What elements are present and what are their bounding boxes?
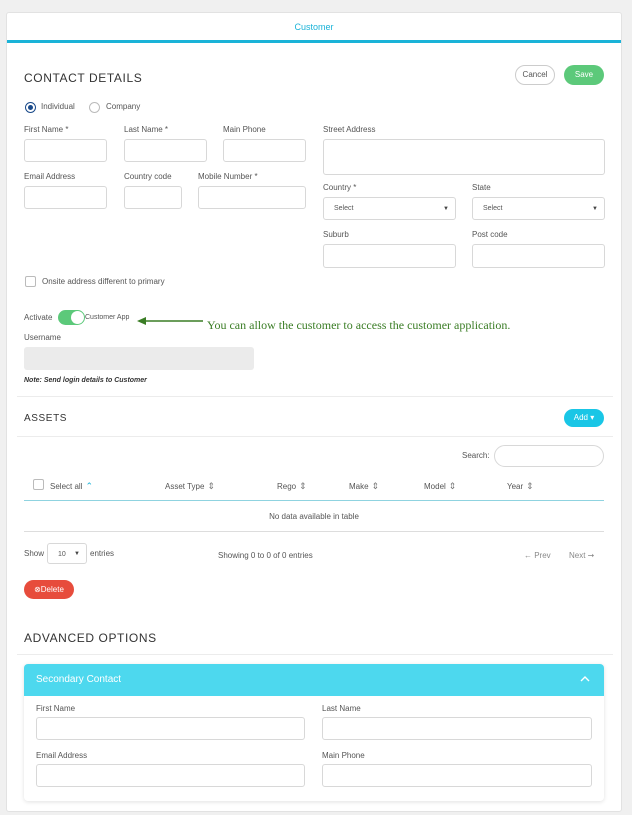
column-model[interactable]: Model ⇕ <box>424 481 456 492</box>
column-select-all-label: Select all <box>50 482 83 491</box>
arrow-left-icon <box>137 317 203 325</box>
column-year-label: Year <box>507 482 524 491</box>
customer-form-window: Customer CONTACT DETAILS Cancel Save Ind… <box>6 12 622 812</box>
close-circle-icon: ⊗ <box>34 585 41 594</box>
chevron-down-icon: ▼ <box>74 551 80 557</box>
next-button[interactable]: Next ➞ <box>569 551 594 560</box>
page-size-select[interactable]: 10 ▼ <box>47 543 87 564</box>
column-rego[interactable]: Rego ⇕ <box>277 481 307 492</box>
secondary-contact-title: Secondary Contact <box>36 674 122 685</box>
country-label: Country * <box>323 183 357 192</box>
state-select-value: Select <box>483 205 503 212</box>
entries-label: entries <box>90 549 115 558</box>
column-make-label: Make <box>349 482 369 491</box>
column-model-label: Model <box>424 482 446 491</box>
delete-button[interactable]: ⊗Delete <box>24 580 74 599</box>
assets-title: ASSETS <box>24 413 68 424</box>
search-label: Search: <box>462 451 490 460</box>
email-label: Email Address <box>24 172 76 181</box>
suburb-field[interactable] <box>323 244 456 268</box>
tab-active-indicator <box>7 40 621 43</box>
login-details-note: Note: Send login details to Customer <box>24 377 147 384</box>
tab-customer[interactable]: Customer <box>7 13 621 41</box>
section-divider <box>17 436 613 437</box>
column-year[interactable]: Year ⇕ <box>507 481 534 492</box>
annotation-text: You can allow the customer to access the… <box>207 318 511 332</box>
cancel-button[interactable]: Cancel <box>515 65 555 85</box>
column-rego-label: Rego <box>277 482 297 491</box>
first-name-field[interactable] <box>24 139 107 162</box>
sort-icon: ⇕ <box>207 481 215 491</box>
secondary-main-phone-field[interactable] <box>322 764 592 787</box>
chevron-down-icon: ▼ <box>443 206 449 212</box>
country-code-field[interactable] <box>124 186 182 209</box>
page-size-value: 10 <box>58 551 66 558</box>
customer-app-label: Customer App <box>85 314 130 321</box>
section-divider <box>17 396 613 397</box>
advanced-options-title: ADVANCED OPTIONS <box>24 631 157 645</box>
state-label: State <box>472 183 491 192</box>
mobile-field[interactable] <box>198 186 306 209</box>
radio-individual-label: Individual <box>41 102 75 111</box>
country-select-value: Select <box>334 205 354 212</box>
section-divider <box>17 654 613 655</box>
table-empty-message: No data available in table <box>269 512 359 521</box>
prev-button[interactable]: ← Prev <box>524 551 551 560</box>
username-label: Username <box>24 333 61 342</box>
onsite-address-label: Onsite address different to primary <box>42 277 165 286</box>
street-address-field[interactable] <box>323 139 605 175</box>
sort-icon: ⇕ <box>299 481 307 491</box>
onsite-address-checkbox[interactable] <box>25 276 36 287</box>
last-name-field[interactable] <box>124 139 207 162</box>
mobile-label: Mobile Number * <box>198 172 258 181</box>
street-address-label: Street Address <box>323 125 376 134</box>
activate-label: Activate <box>24 313 53 322</box>
sort-icon: ⇕ <box>526 481 534 491</box>
chevron-down-icon: ▼ <box>592 206 598 212</box>
table-info: Showing 0 to 0 of 0 entries <box>218 551 313 560</box>
chevron-up-icon[interactable] <box>580 674 590 684</box>
sort-asc-icon: ⌃ <box>85 481 94 491</box>
contact-details-title: CONTACT DETAILS <box>24 71 143 85</box>
sort-icon: ⇕ <box>448 481 457 491</box>
secondary-email-label: Email Address <box>36 751 88 760</box>
search-input[interactable] <box>494 445 604 467</box>
state-select[interactable]: Select ▼ <box>472 197 605 220</box>
table-bottom-divider <box>24 531 604 532</box>
first-name-label: First Name * <box>24 125 69 134</box>
delete-button-label: Delete <box>40 585 64 594</box>
suburb-label: Suburb <box>323 230 349 239</box>
secondary-first-name-field[interactable] <box>36 717 305 740</box>
radio-company[interactable] <box>89 102 100 113</box>
secondary-contact-header[interactable]: Secondary Contact <box>24 664 604 696</box>
table-header-divider <box>24 500 604 501</box>
select-all-checkbox[interactable] <box>33 479 44 490</box>
secondary-email-field[interactable] <box>36 764 305 787</box>
add-asset-button[interactable]: Add ▾ <box>564 409 604 427</box>
sort-icon: ⇕ <box>371 481 380 491</box>
username-field <box>24 347 254 370</box>
main-phone-field[interactable] <box>223 139 306 162</box>
country-code-label: Country code <box>124 172 172 181</box>
email-field[interactable] <box>24 186 107 209</box>
column-select-all[interactable]: Select all ⌃ <box>50 481 93 492</box>
show-label: Show <box>24 549 45 558</box>
postcode-field[interactable] <box>472 244 605 268</box>
secondary-first-name-label: First Name <box>36 704 76 713</box>
radio-company-label: Company <box>106 102 141 111</box>
column-asset-type[interactable]: Asset Type ⇕ <box>165 481 215 492</box>
last-name-label: Last Name * <box>124 125 169 134</box>
customer-app-toggle[interactable] <box>58 310 85 325</box>
secondary-last-name-field[interactable] <box>322 717 592 740</box>
column-make[interactable]: Make ⇕ <box>349 481 379 492</box>
secondary-contact-panel: Secondary Contact First Name Last Name E… <box>24 664 604 801</box>
country-select[interactable]: Select ▼ <box>323 197 456 220</box>
secondary-main-phone-label: Main Phone <box>322 751 365 760</box>
radio-individual[interactable] <box>25 102 36 113</box>
save-button[interactable]: Save <box>564 65 604 85</box>
secondary-last-name-label: Last Name <box>322 704 361 713</box>
main-phone-label: Main Phone <box>223 125 266 134</box>
postcode-label: Post code <box>472 230 508 239</box>
column-asset-type-label: Asset Type <box>165 482 205 491</box>
